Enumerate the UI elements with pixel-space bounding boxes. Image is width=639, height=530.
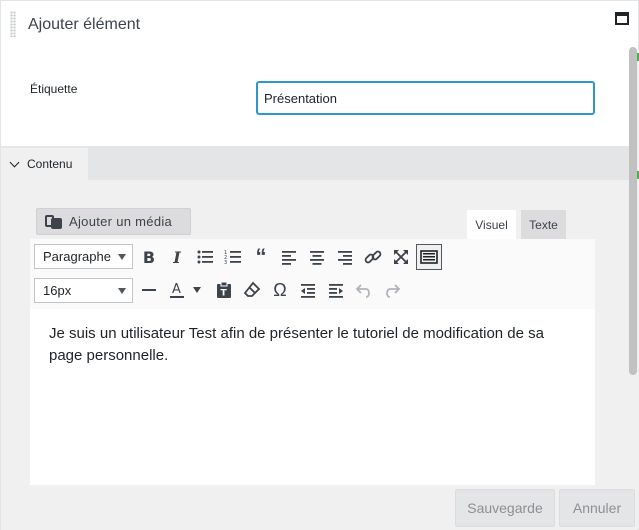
label-input[interactable] <box>256 81 595 115</box>
scrollbar-thumb[interactable] <box>629 47 637 375</box>
special-character-icon[interactable]: Ω <box>268 278 292 302</box>
fullscreen-icon[interactable] <box>389 245 413 269</box>
dropdown-caret-icon <box>118 254 126 260</box>
align-right-icon[interactable] <box>333 245 357 269</box>
bold-icon[interactable]: B <box>137 245 161 269</box>
tab-contenu[interactable]: Contenu <box>1 148 88 180</box>
align-center-icon[interactable] <box>305 245 329 269</box>
outdent-icon[interactable] <box>296 278 320 302</box>
chevron-down-icon <box>9 157 20 167</box>
save-button[interactable]: Sauvegarde <box>455 489 555 527</box>
add-element-dialog: Ajouter élément Étiquette Contenu Ajoute… <box>0 0 639 530</box>
svg-text:A: A <box>172 282 181 297</box>
bullet-list-icon[interactable] <box>193 245 217 269</box>
blockquote-icon[interactable]: “ <box>249 244 273 269</box>
svg-text:3: 3 <box>224 260 227 266</box>
media-icon <box>45 214 63 230</box>
cancel-button[interactable]: Annuler <box>559 489 635 527</box>
numbered-list-icon[interactable]: 123 <box>221 245 245 269</box>
undo-icon[interactable] <box>352 278 376 302</box>
toolbar-toggle-icon[interactable] <box>416 244 442 270</box>
font-size-select[interactable]: 16px <box>34 278 133 303</box>
text-color-dropdown-icon[interactable] <box>189 278 205 302</box>
indent-icon[interactable] <box>324 278 348 302</box>
horizontal-line-icon[interactable] <box>137 278 161 302</box>
redo-icon[interactable] <box>380 278 404 302</box>
text-color-icon[interactable]: A <box>165 278 189 302</box>
section-tab-bar <box>1 146 637 180</box>
font-size-select-value: 16px <box>43 283 72 298</box>
link-icon[interactable] <box>361 245 385 269</box>
dialog-header: Ajouter élément <box>1 1 639 49</box>
paste-text-icon[interactable]: T <box>212 278 236 302</box>
tab-text[interactable]: Texte <box>521 210 566 239</box>
italic-icon[interactable]: I <box>165 245 189 269</box>
add-media-label: Ajouter un média <box>69 214 173 229</box>
label-field-label: Étiquette <box>30 82 78 96</box>
dropdown-caret-icon <box>118 288 126 294</box>
tab-contenu-label: Contenu <box>27 157 73 171</box>
dialog-title: Ajouter élément <box>28 16 141 33</box>
drag-handle-icon[interactable] <box>10 11 16 37</box>
window-maximize-icon[interactable] <box>615 12 629 25</box>
clear-formatting-icon[interactable] <box>240 278 264 302</box>
add-media-button[interactable]: Ajouter un média <box>36 208 191 235</box>
align-left-icon[interactable] <box>277 245 301 269</box>
tab-visual[interactable]: Visuel <box>467 210 516 240</box>
format-select-value: Paragraphe <box>43 249 111 264</box>
svg-text:T: T <box>221 289 228 299</box>
format-select[interactable]: Paragraphe <box>34 244 133 269</box>
editor-content[interactable]: Je suis un utilisateur Test afin de prés… <box>49 323 579 367</box>
